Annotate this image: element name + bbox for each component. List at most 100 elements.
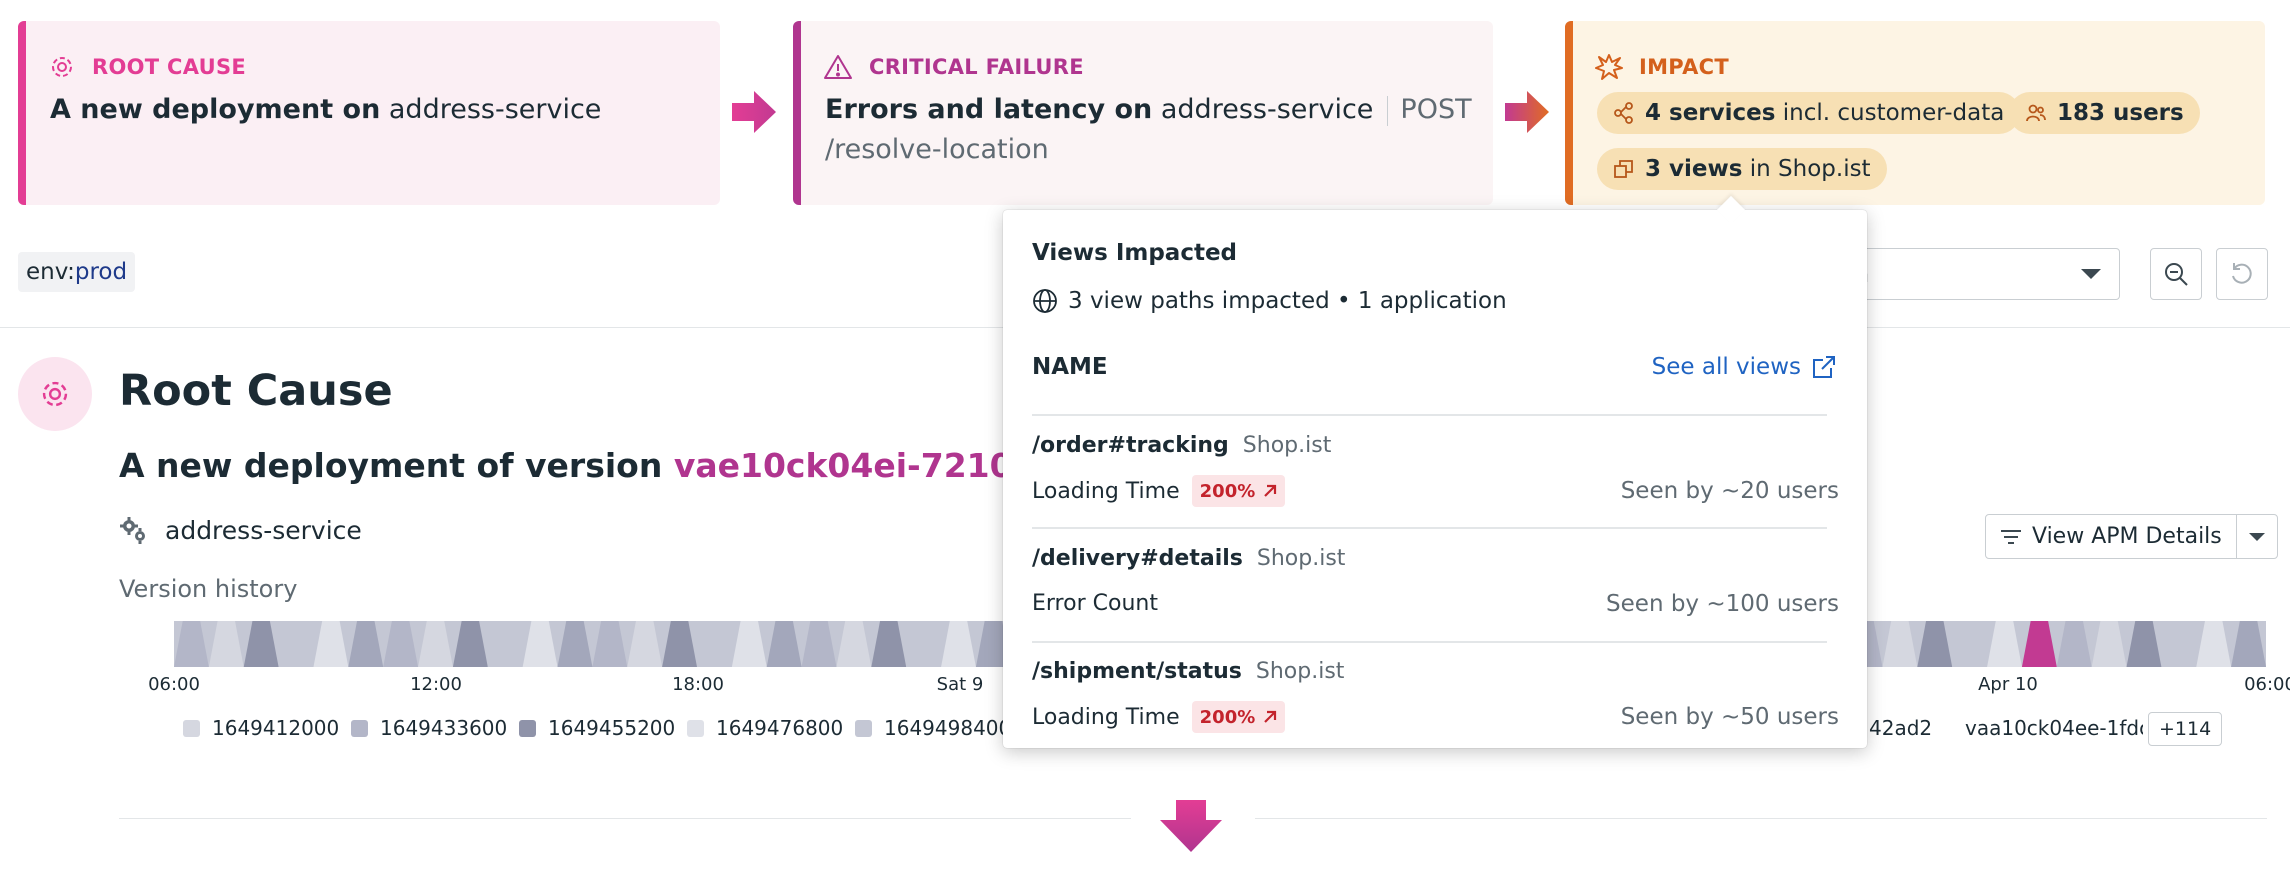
view-row-metric: Loading Time 200%: [1032, 701, 1286, 733]
gears-icon: [119, 515, 149, 545]
views-count: 3 views: [1645, 156, 1743, 182]
view-row-metric: Error Count: [1032, 591, 1158, 616]
http-method: POST: [1400, 94, 1472, 125]
version-link[interactable]: vae10ck04ei-721057: [674, 446, 1059, 485]
popover-subtitle: 3 view paths impacted • 1 application: [1032, 288, 1507, 314]
views-impact-pill[interactable]: 3 views in Shop.ist: [1597, 148, 1887, 190]
legend-label: 1649455200: [548, 716, 676, 740]
legend-item[interactable]: 1649433600: [351, 716, 507, 740]
legend-more-button[interactable]: +114: [2148, 712, 2223, 746]
divider: [1032, 641, 1827, 643]
badge-value: 200%: [1199, 480, 1256, 502]
timeline-tick-label: 12:00: [410, 674, 462, 695]
globe-icon: [1032, 288, 1058, 314]
zoom-out-icon: [2165, 263, 2188, 286]
services-impact-pill[interactable]: 4 services incl. customer-data: [1597, 92, 2021, 134]
divider: [1032, 527, 1827, 529]
impact-header-label: IMPACT: [1639, 55, 1729, 79]
timeline-tick-label: 06:00: [148, 674, 200, 695]
timeline-tick-label: Apr 10: [1978, 674, 2038, 695]
see-all-label: See all views: [1651, 354, 1801, 380]
warning-icon: [823, 53, 853, 81]
metric-label: Loading Time: [1032, 704, 1180, 730]
explosion-icon: [1595, 53, 1623, 81]
view-row-name[interactable]: /order#tracking Shop.ist: [1032, 433, 1331, 458]
filter-icon: [2000, 528, 2022, 546]
legend-item[interactable]: 42ad2: [1869, 716, 1932, 740]
legend-item[interactable]: 1649455200: [519, 716, 675, 740]
view-row-name[interactable]: /delivery#details Shop.ist: [1032, 546, 1345, 571]
zoom-out-button[interactable]: [2150, 248, 2202, 300]
legend-item[interactable]: vaa10ck04ee-1fdc: [1953, 716, 2143, 740]
view-apm-details-button-group[interactable]: View APM Details: [1985, 514, 2278, 559]
env-filter-tag[interactable]: env:prod: [18, 252, 136, 292]
version-history-label: Version history: [119, 575, 298, 603]
summary-bold: A new deployment on: [50, 94, 381, 125]
legend-label: vaa10ck04ee-1fdc: [1965, 716, 2143, 740]
down-arrow-icon: [1160, 800, 1222, 852]
divider: [1032, 414, 1827, 416]
users-impact-pill[interactable]: 183 users: [2009, 92, 2200, 134]
reset-button[interactable]: [2216, 248, 2268, 300]
card-accent-bar: [793, 21, 801, 205]
apm-button-label: View APM Details: [2032, 524, 2222, 549]
seen-by: Seen by ~50 users: [1620, 704, 1839, 730]
legend-label: 1649412000: [212, 716, 340, 740]
headline-start: A new deployment of version: [119, 446, 663, 485]
card-header: ROOT CAUSE: [48, 53, 246, 81]
view-app: Shop.ist: [1242, 433, 1332, 458]
legend-label: 1649498400: [884, 716, 1012, 740]
metric-label: Loading Time: [1032, 478, 1180, 504]
legend-label: 42ad2: [1869, 716, 1933, 740]
popover-subtitle-text: 3 view paths impacted • 1 application: [1068, 288, 1507, 314]
service-name: address-service: [1160, 94, 1374, 125]
views-impacted-popover: Views Impacted 3 view paths impacted • 1…: [1003, 195, 1867, 748]
divider: [1255, 818, 2267, 819]
arrow-up-right-icon: [1263, 710, 1277, 724]
view-path: /delivery#details: [1032, 546, 1243, 571]
card-header: CRITICAL FAILURE: [823, 53, 1084, 81]
apm-dropdown-toggle[interactable]: [2237, 515, 2277, 558]
section-title: Root Cause: [119, 366, 393, 416]
env-value: prod: [74, 259, 128, 285]
legend-item[interactable]: 1649476800: [687, 716, 843, 740]
seen-by: Seen by ~100 users: [1606, 591, 1839, 617]
views-rest: in Shop.ist: [1749, 156, 1871, 182]
critical-failure-card[interactable]: CRITICAL FAILURE Errors and latency on a…: [793, 21, 1493, 205]
view-path: /order#tracking: [1032, 433, 1229, 458]
right-arrow-icon: [1505, 91, 1549, 133]
root-cause-badge: [18, 357, 92, 431]
root-cause-header-label: ROOT CAUSE: [92, 55, 247, 79]
metric-label: Error Count: [1032, 591, 1158, 616]
services-icon: [1613, 102, 1635, 124]
service-name: address-service: [388, 94, 602, 125]
view-row-name[interactable]: /shipment/status Shop.ist: [1032, 659, 1344, 684]
legend-label: 1649433600: [380, 716, 508, 740]
env-key: env:: [26, 259, 75, 285]
legend-item[interactable]: 1649412000: [183, 716, 339, 740]
separator: [1387, 95, 1389, 126]
popover-title: Views Impacted: [1032, 240, 1238, 266]
summary-bold: Errors and latency on: [825, 94, 1153, 125]
view-apm-details-button[interactable]: View APM Details: [1986, 515, 2237, 558]
target-icon: [48, 53, 76, 81]
users-icon: [2025, 102, 2047, 124]
timeline-tick-label: 18:00: [672, 674, 724, 695]
legend-item[interactable]: 1649498400: [855, 716, 1011, 740]
timeline-tick-label: Sat 9: [936, 674, 984, 695]
arrow-up-right-icon: [1263, 484, 1277, 498]
divider: [119, 818, 1131, 819]
see-all-views-link[interactable]: See all views: [1652, 354, 1837, 380]
name-column-header: NAME: [1032, 354, 1108, 380]
card-accent-bar: [1565, 21, 1573, 205]
endpoint-path: /resolve-location: [825, 134, 1049, 165]
service-row: address-service: [119, 515, 362, 545]
view-path: /shipment/status: [1032, 659, 1242, 684]
root-cause-summary: A new deployment on address-service: [50, 94, 601, 125]
root-cause-card[interactable]: ROOT CAUSE A new deployment on address-s…: [18, 21, 720, 205]
impact-card[interactable]: IMPACT 4 services incl. customer-data 18…: [1565, 21, 2265, 205]
users-count: 183 users: [2057, 100, 2184, 126]
services-count: 4 services: [1645, 100, 1776, 126]
seen-by: Seen by ~20 users: [1620, 478, 1839, 504]
services-rest: incl. customer-data: [1782, 100, 2005, 126]
